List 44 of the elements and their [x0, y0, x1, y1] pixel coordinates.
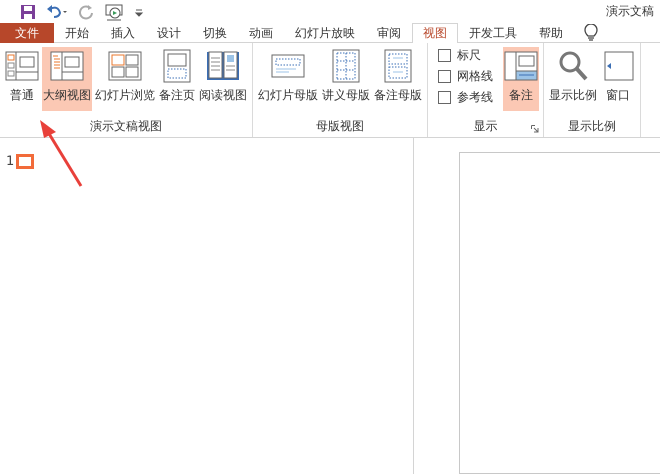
presentation-icon[interactable] [104, 2, 124, 21]
window-title: 演示文稿 [606, 3, 654, 20]
group-label: 显示 [474, 118, 498, 134]
customize-icon[interactable] [134, 6, 144, 17]
view-button[interactable]: 显示比例 [548, 47, 598, 111]
redo-icon [78, 4, 94, 20]
save-icon[interactable] [20, 4, 36, 20]
group-label: 演示文稿视图 [90, 118, 162, 134]
slide-number: 1 [6, 154, 14, 169]
ribbon-tab[interactable]: 开发工具 [458, 23, 528, 43]
ribbon-tab[interactable]: 插入 [100, 23, 146, 43]
view-button[interactable]: 阅读视图 [198, 47, 248, 111]
undo-icon[interactable] [46, 4, 68, 20]
checkbox[interactable]: 标尺 [438, 47, 493, 64]
group-label: 母版视图 [316, 118, 364, 134]
ribbon-tab[interactable]: 视图 [412, 23, 458, 43]
view-button[interactable]: 大纲视图 [42, 47, 92, 111]
view-button[interactable]: 普通 [4, 47, 40, 111]
ribbon-tab[interactable]: 设计 [146, 23, 192, 43]
view-button[interactable]: 幻灯片浏览 [94, 47, 156, 111]
dialog-launcher-icon[interactable] [531, 125, 539, 133]
ribbon-tab[interactable]: 动画 [238, 23, 284, 43]
view-button[interactable]: 备注 [503, 47, 539, 111]
slide-icon[interactable] [16, 154, 34, 169]
checkbox[interactable]: 参考线 [438, 89, 493, 106]
group-label: 显示比例 [568, 118, 616, 134]
open-book-icon [206, 49, 240, 83]
file-tab[interactable]: 文件 [0, 23, 54, 43]
ribbon-tab[interactable]: 切换 [192, 23, 238, 43]
slide-layout-icon [50, 49, 84, 83]
checkbox[interactable]: 网格线 [438, 68, 493, 85]
ribbon-tab[interactable]: 审阅 [366, 23, 412, 43]
view-button[interactable]: 备注母版 [373, 47, 423, 111]
ribbon-tab[interactable]: 帮助 [528, 23, 574, 43]
view-button[interactable]: 备注页 [158, 47, 196, 111]
ribbon-tab[interactable]: 幻灯片放映 [284, 23, 366, 43]
view-button[interactable]: 窗口 [600, 47, 636, 111]
lightbulb-icon[interactable] [584, 24, 598, 42]
ribbon-tab[interactable]: 开始 [54, 23, 100, 43]
slide-layout-icon [108, 49, 142, 83]
slide-layout-icon [5, 49, 39, 83]
view-button[interactable]: 幻灯片母版 [257, 47, 319, 111]
slide-layout-icon [504, 49, 538, 83]
view-button[interactable]: 讲义母版 [321, 47, 371, 111]
